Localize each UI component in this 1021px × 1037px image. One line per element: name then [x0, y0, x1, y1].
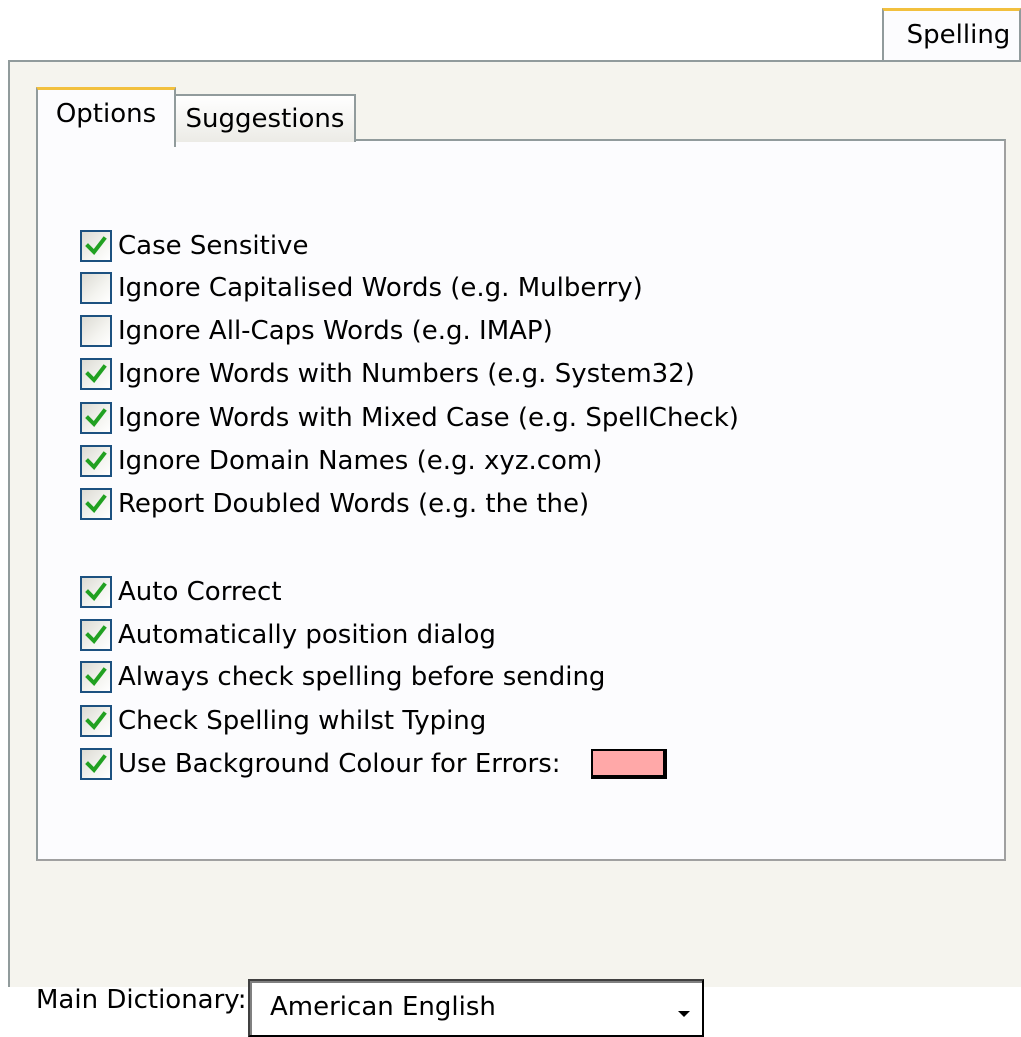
- option-check-before-sending[interactable]: Always check spelling before sending: [80, 659, 605, 695]
- option-check-whilst-typing[interactable]: Check Spelling whilst Typing: [80, 703, 486, 739]
- checkbox[interactable]: [80, 576, 112, 608]
- option-label: Ignore Words with Mixed Case (e.g. Spell…: [118, 403, 739, 433]
- option-label: Ignore All-Caps Words (e.g. IMAP): [118, 316, 553, 346]
- tab-options-label: Options: [55, 99, 157, 129]
- checkmark-icon: [85, 711, 107, 731]
- option-background-colour-errors[interactable]: Use Background Colour for Errors:: [80, 746, 667, 782]
- chevron-down-icon: [678, 1011, 690, 1017]
- option-label: Case Sensitive: [118, 231, 309, 261]
- option-ignore-all-caps-words[interactable]: Ignore All-Caps Words (e.g. IMAP): [80, 313, 553, 349]
- tab-spelling-label: Spelling: [906, 20, 1011, 50]
- checkbox[interactable]: [80, 402, 112, 434]
- checkmark-icon: [85, 236, 107, 256]
- option-label: Report Doubled Words (e.g. the the): [118, 489, 590, 519]
- option-label: Check Spelling whilst Typing: [118, 706, 487, 736]
- checkbox[interactable]: [80, 315, 112, 347]
- option-ignore-domain-names[interactable]: Ignore Domain Names (e.g. xyz.com): [80, 443, 602, 479]
- checkbox[interactable]: [80, 705, 112, 737]
- option-ignore-words-with-numbers[interactable]: Ignore Words with Numbers (e.g. System32…: [80, 356, 695, 392]
- checkbox[interactable]: [80, 445, 112, 477]
- checkbox[interactable]: [80, 661, 112, 693]
- option-label: Use Background Colour for Errors:: [118, 749, 561, 779]
- option-label: Ignore Capitalised Words (e.g. Mulberry): [118, 273, 643, 303]
- spelling-panel: Options Suggestions Case Sensitive Ignor…: [8, 60, 1021, 1037]
- tab-suggestions[interactable]: Suggestions: [174, 94, 356, 142]
- option-label: Automatically position dialog: [118, 620, 496, 650]
- option-label: Ignore Words with Numbers (e.g. System32…: [118, 359, 695, 389]
- main-dictionary-label: Main Dictionary:: [36, 985, 247, 1015]
- option-case-sensitive[interactable]: Case Sensitive: [80, 228, 308, 264]
- checkbox[interactable]: [80, 272, 112, 304]
- option-report-doubled-words[interactable]: Report Doubled Words (e.g. the the): [80, 486, 589, 522]
- checkmark-icon: [85, 754, 107, 774]
- option-ignore-mixed-case[interactable]: Ignore Words with Mixed Case (e.g. Spell…: [80, 400, 739, 436]
- option-ignore-capitalised-words[interactable]: Ignore Capitalised Words (e.g. Mulberry): [80, 270, 643, 306]
- checkbox[interactable]: [80, 619, 112, 651]
- main-dictionary-value: American English: [270, 992, 496, 1022]
- checkmark-icon: [85, 625, 107, 645]
- option-label: Ignore Domain Names (e.g. xyz.com): [118, 446, 603, 476]
- checkbox[interactable]: [80, 230, 112, 262]
- options-panel: Case Sensitive Ignore Capitalised Words …: [36, 139, 1006, 861]
- option-label: Always check spelling before sending: [118, 662, 606, 692]
- checkmark-icon: [85, 494, 107, 514]
- tab-suggestions-label: Suggestions: [185, 104, 345, 134]
- checkbox[interactable]: [80, 748, 112, 780]
- checkmark-icon: [85, 364, 107, 384]
- tab-options[interactable]: Options: [36, 87, 176, 147]
- checkmark-icon: [85, 582, 107, 602]
- checkbox[interactable]: [80, 358, 112, 390]
- error-colour-swatch[interactable]: [590, 749, 667, 779]
- checkbox[interactable]: [80, 488, 112, 520]
- checkmark-icon: [85, 667, 107, 687]
- checkmark-icon: [85, 408, 107, 428]
- checkmark-icon: [85, 451, 107, 471]
- tab-spelling[interactable]: Spelling: [882, 8, 1021, 62]
- main-dictionary-select[interactable]: American English: [248, 979, 704, 1037]
- option-auto-correct[interactable]: Auto Correct: [80, 574, 282, 610]
- option-auto-position-dialog[interactable]: Automatically position dialog: [80, 617, 496, 653]
- option-label: Auto Correct: [118, 577, 282, 607]
